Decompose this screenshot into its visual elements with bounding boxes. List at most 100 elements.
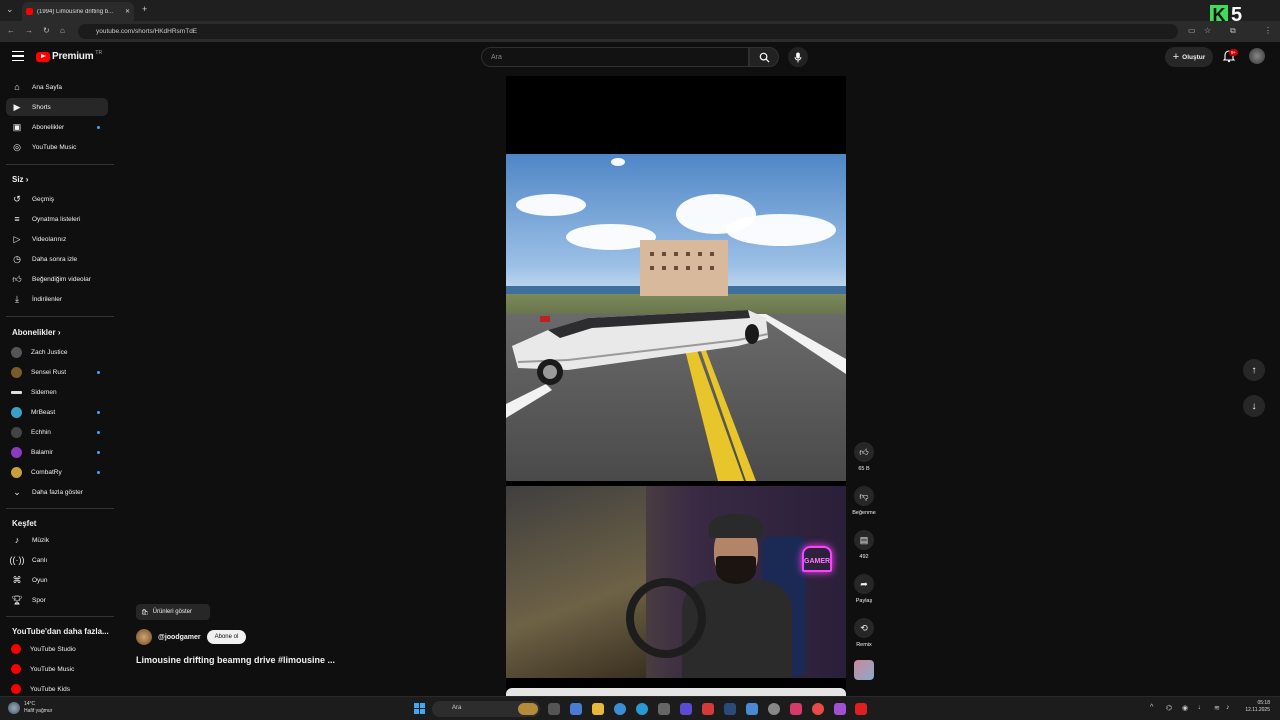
system-clock[interactable]: 05:18 12.11.2025 [1236,700,1270,714]
share-icon[interactable]: ➦ [854,574,874,594]
wifi-tray-icon[interactable]: ≋ [1214,704,1220,712]
sidebar-item-gaming[interactable]: ⌘ Oyun [6,571,108,589]
home-icon[interactable]: ⌂ [60,26,65,35]
sidebar-item-your-videos[interactable]: ▷ Videolarınız [6,230,108,248]
sidebar-channel-zach-justice[interactable]: Zach Justice [6,343,108,361]
app-tray-icon[interactable]: ◉ [1182,704,1188,712]
bookmark-star-icon[interactable]: ☆ [1204,26,1211,35]
forward-icon[interactable]: → [25,26,33,35]
browser-menu-icon[interactable]: ⋮ [1264,26,1272,35]
tab-close-icon[interactable]: ✕ [125,8,130,15]
account-avatar[interactable] [1249,48,1265,64]
youtube-app-icon[interactable] [855,703,867,715]
task-view-icon[interactable] [548,703,560,715]
sidebar-heading-you[interactable]: Siz › [12,175,28,184]
discord-icon[interactable] [680,703,692,715]
sound-thumbnail[interactable] [854,660,874,680]
browser-tab[interactable]: (1994) Limousine drifting b... ✕ [22,2,134,21]
sidebar-show-more[interactable]: ⌄ Daha fazla göster [6,483,108,501]
next-short-preview[interactable] [506,688,846,696]
app-icon[interactable] [834,703,846,715]
sidebar-item-watch-later[interactable]: ◷ Daha sonra izle [6,250,108,268]
youtube-header: Premium TR Ara + Oluştur 9+ [0,42,1280,72]
dislike-action[interactable]: 👎︎ Beğenme [850,486,878,516]
voice-search-button[interactable] [788,47,808,67]
install-icon[interactable]: ▭ [1188,26,1196,35]
chrome-icon[interactable] [614,703,626,715]
app-icon[interactable] [702,703,714,715]
weather-widget[interactable]: 14°C Hafif yağmur [8,701,52,715]
sidebar-channel-echhin[interactable]: Echhin [6,423,108,441]
remix-icon[interactable]: ⟲ [854,618,874,638]
mic-tray-icon[interactable]: ♩ [1198,704,1205,711]
app-icon[interactable] [746,703,758,715]
hamburger-menu-icon[interactable] [12,51,24,61]
previous-short-button[interactable]: ↑ [1243,359,1265,381]
shorts-video-player[interactable]: GAMER [506,76,846,696]
channel-avatar[interactable] [136,629,152,645]
youtube-premium-logo[interactable]: Premium TR [36,50,102,62]
short-title[interactable]: Limousine drifting beamng drive #limousi… [136,655,436,665]
volume-tray-icon[interactable]: ♪ [1226,704,1230,711]
create-button[interactable]: + Oluştur [1165,47,1213,67]
network-tray-icon[interactable]: ⌬ [1166,704,1172,712]
sidebar-item-youtube-studio[interactable]: YouTube Studio [6,640,108,658]
sidebar-channel-mrbeast[interactable]: MrBeast [6,403,108,421]
next-short-button[interactable]: ↓ [1243,395,1265,417]
sidebar-channel-sidemen[interactable]: Sidemen [6,383,108,401]
settings-icon[interactable] [768,703,780,715]
copilot-icon[interactable] [570,703,582,715]
sidebar-heading-subscriptions[interactable]: Abonelikler › [12,328,60,337]
sidebar-item-label: Echhin [31,428,51,436]
address-bar[interactable]: youtube.com/shorts/HKdHRsmTdE [78,24,1178,39]
file-explorer-icon[interactable] [592,703,604,715]
hotel-building [640,240,728,296]
channel-name[interactable]: @joodgamer [158,634,201,641]
channel-avatar [11,446,22,458]
sidebar-item-liked-videos[interactable]: 👍︎ Beğendiğim videolar [6,270,108,288]
sidebar-item-playlists[interactable]: ≡ Oynatma listeleri [6,210,108,228]
search-button[interactable] [749,47,779,67]
steam-icon[interactable] [724,703,736,715]
sidebar-channel-combatry[interactable]: CombatRy [6,463,108,481]
sidebar-divider [6,616,114,617]
your-videos-icon: ▷ [13,233,21,244]
extensions-icon[interactable]: ⧉ [1230,26,1236,36]
sidebar-item-sports[interactable]: 🏆︎ Spor [6,591,108,609]
thumbs-up-icon[interactable]: 👍︎ [854,442,874,462]
share-action[interactable]: ➦ Paylaş [850,574,878,604]
windows-start-icon[interactable] [414,703,425,714]
show-products-button[interactable]: 🛍︎ Ürünleri göster [136,604,210,620]
search-highlight-icon[interactable] [518,703,538,715]
sidebar-item-downloads[interactable]: ⤓ İndirilenler [6,290,108,308]
sidebar-channel-balamir[interactable]: Balamir [6,443,108,461]
sidebar-item-history[interactable]: ↺ Geçmiş [6,190,108,208]
app-icon[interactable] [790,703,802,715]
search-icon [759,52,770,63]
tab-list-icon[interactable]: ⌄ [6,4,14,15]
app-icon[interactable] [812,703,824,715]
window [650,252,654,256]
thumbs-down-icon[interactable]: 👎︎ [854,486,874,506]
new-tab-icon[interactable]: + [142,4,147,14]
sidebar-item-youtube-music[interactable]: ◎ YouTube Music [6,138,108,156]
reload-icon[interactable]: ↻ [43,26,50,35]
like-action[interactable]: 👍︎ 65 B [850,442,878,472]
sidebar-item-music[interactable]: ♪ Müzik [6,531,108,549]
comment-icon[interactable]: ▤ [854,530,874,550]
sidebar-item-shorts[interactable]: ▶ Shorts [6,98,108,116]
subscribe-button[interactable]: Abone ol [206,630,247,644]
sidebar-channel-sensei-rust[interactable]: Sensei Rust [6,363,108,381]
store-icon[interactable] [658,703,670,715]
sidebar-item-youtube-music-app[interactable]: YouTube Music [6,660,108,678]
edge-icon[interactable] [636,703,648,715]
comments-action[interactable]: ▤ 492 [850,530,878,560]
remix-action[interactable]: ⟲ Remix [850,618,878,648]
tray-chevron-icon[interactable]: ^ [1150,704,1153,711]
sidebar-item-home[interactable]: ⌂ Ana Sayfa [6,78,108,96]
back-icon[interactable]: ← [7,26,15,35]
sidebar-item-subscriptions[interactable]: ▣ Abonelikler [6,118,108,136]
sidebar-item-live[interactable]: ((·)) Canlı [6,551,108,569]
window [650,266,654,270]
search-input[interactable]: Ara [481,47,749,67]
